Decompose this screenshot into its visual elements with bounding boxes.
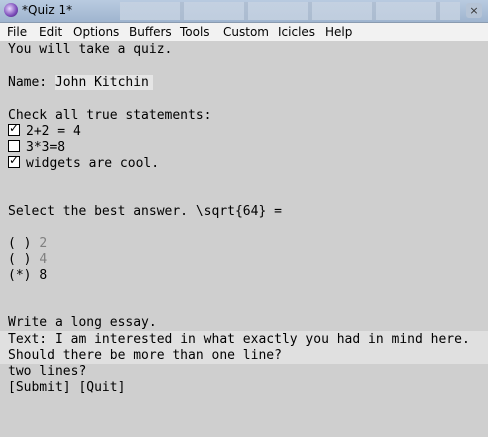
radio-marker[interactable]: ( ) (8, 252, 31, 267)
name-row: Name: John Kitchin (8, 74, 153, 91)
name-field[interactable]: John Kitchin (54, 75, 153, 90)
menu-help[interactable]: Help (325, 25, 352, 39)
checkbox-unchecked[interactable] (8, 140, 20, 152)
checkbox-row: 2+2 = 4 (8, 121, 81, 140)
quiz-buffer: You will take a quiz. Name: John Kitchin… (0, 41, 488, 437)
menu-edit[interactable]: Edit (39, 25, 62, 39)
radio-prompt: Select the best answer. \sqrt{64} = (8, 204, 282, 219)
radio-label: 4 (39, 252, 48, 267)
menu-options[interactable]: Options (73, 25, 119, 39)
radio-label: 2 (39, 236, 48, 251)
radio-option[interactable]: ( ) 2 (8, 235, 47, 252)
checkbox-label: widgets are cool. (26, 156, 160, 171)
action-row: [Submit] [Quit] (8, 379, 125, 396)
quiz-intro: You will take a quiz. (8, 42, 173, 57)
checkbox-checked[interactable] (8, 153, 20, 168)
name-label: Name: (8, 75, 55, 90)
taskbar-background (120, 2, 460, 20)
checkbox-label: 3*3=8 (26, 140, 66, 155)
menu-file[interactable]: File (7, 25, 27, 39)
window-title: *Quiz 1* (22, 3, 73, 17)
menu-tools[interactable]: Tools (180, 25, 210, 39)
essay-text-line[interactable]: Should there be more than one line? (8, 347, 282, 364)
radio-marker[interactable]: (*) (8, 268, 31, 283)
menu-buffers[interactable]: Buffers (129, 25, 172, 39)
radio-marker[interactable]: ( ) (8, 236, 31, 251)
quit-button[interactable]: [Quit] (78, 380, 125, 395)
essay-text-line[interactable]: two lines? (8, 363, 86, 380)
essay-label: Text: (8, 332, 55, 347)
menu-icicles[interactable]: Icicles (278, 25, 315, 39)
submit-button[interactable]: [Submit] (8, 380, 71, 395)
radio-label: 8 (39, 268, 48, 283)
essay-row[interactable]: Text: I am interested in what exactly yo… (8, 331, 470, 348)
checkbox-row: widgets are cool. (8, 153, 160, 172)
menu-bar: File Edit Options Buffers Tools Custom I… (0, 23, 488, 41)
title-bar: *Quiz 1* × (0, 0, 488, 23)
check-prompt: Check all true statements: (8, 108, 212, 123)
emacs-app-icon (4, 3, 18, 17)
checkbox-label: 2+2 = 4 (26, 124, 81, 139)
close-icon[interactable]: × (466, 3, 482, 18)
radio-option-selected[interactable]: (*) 8 (8, 267, 47, 284)
menu-custom[interactable]: Custom (223, 25, 269, 39)
essay-prompt: Write a long essay. (8, 315, 157, 330)
essay-text-line[interactable]: I am interested in what exactly you had … (55, 332, 470, 347)
checkbox-checked[interactable] (8, 121, 20, 136)
radio-option[interactable]: ( ) 4 (8, 251, 47, 268)
